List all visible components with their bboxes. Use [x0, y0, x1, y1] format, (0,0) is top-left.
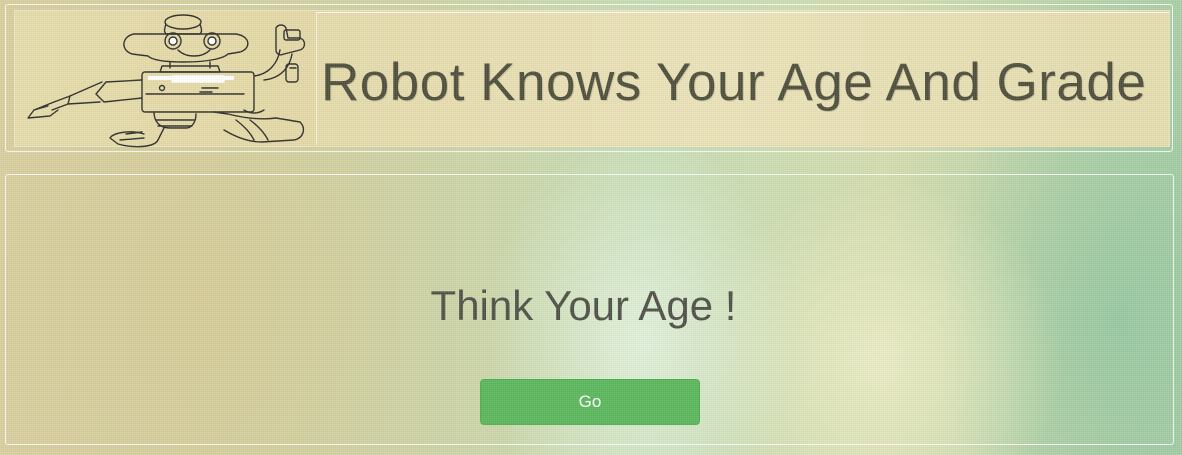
- header-banner: Robot Knows Your Age And Grade: [14, 10, 1170, 148]
- main-panel: Think Your Age ! Go: [5, 174, 1174, 445]
- age-prompt: Think Your Age !: [430, 282, 737, 329]
- page-title: Robot Knows Your Age And Grade: [321, 53, 1147, 112]
- go-button[interactable]: Go: [480, 379, 700, 425]
- robot-icon: [27, 14, 306, 148]
- header-panel: Robot Knows Your Age And Grade: [5, 4, 1173, 152]
